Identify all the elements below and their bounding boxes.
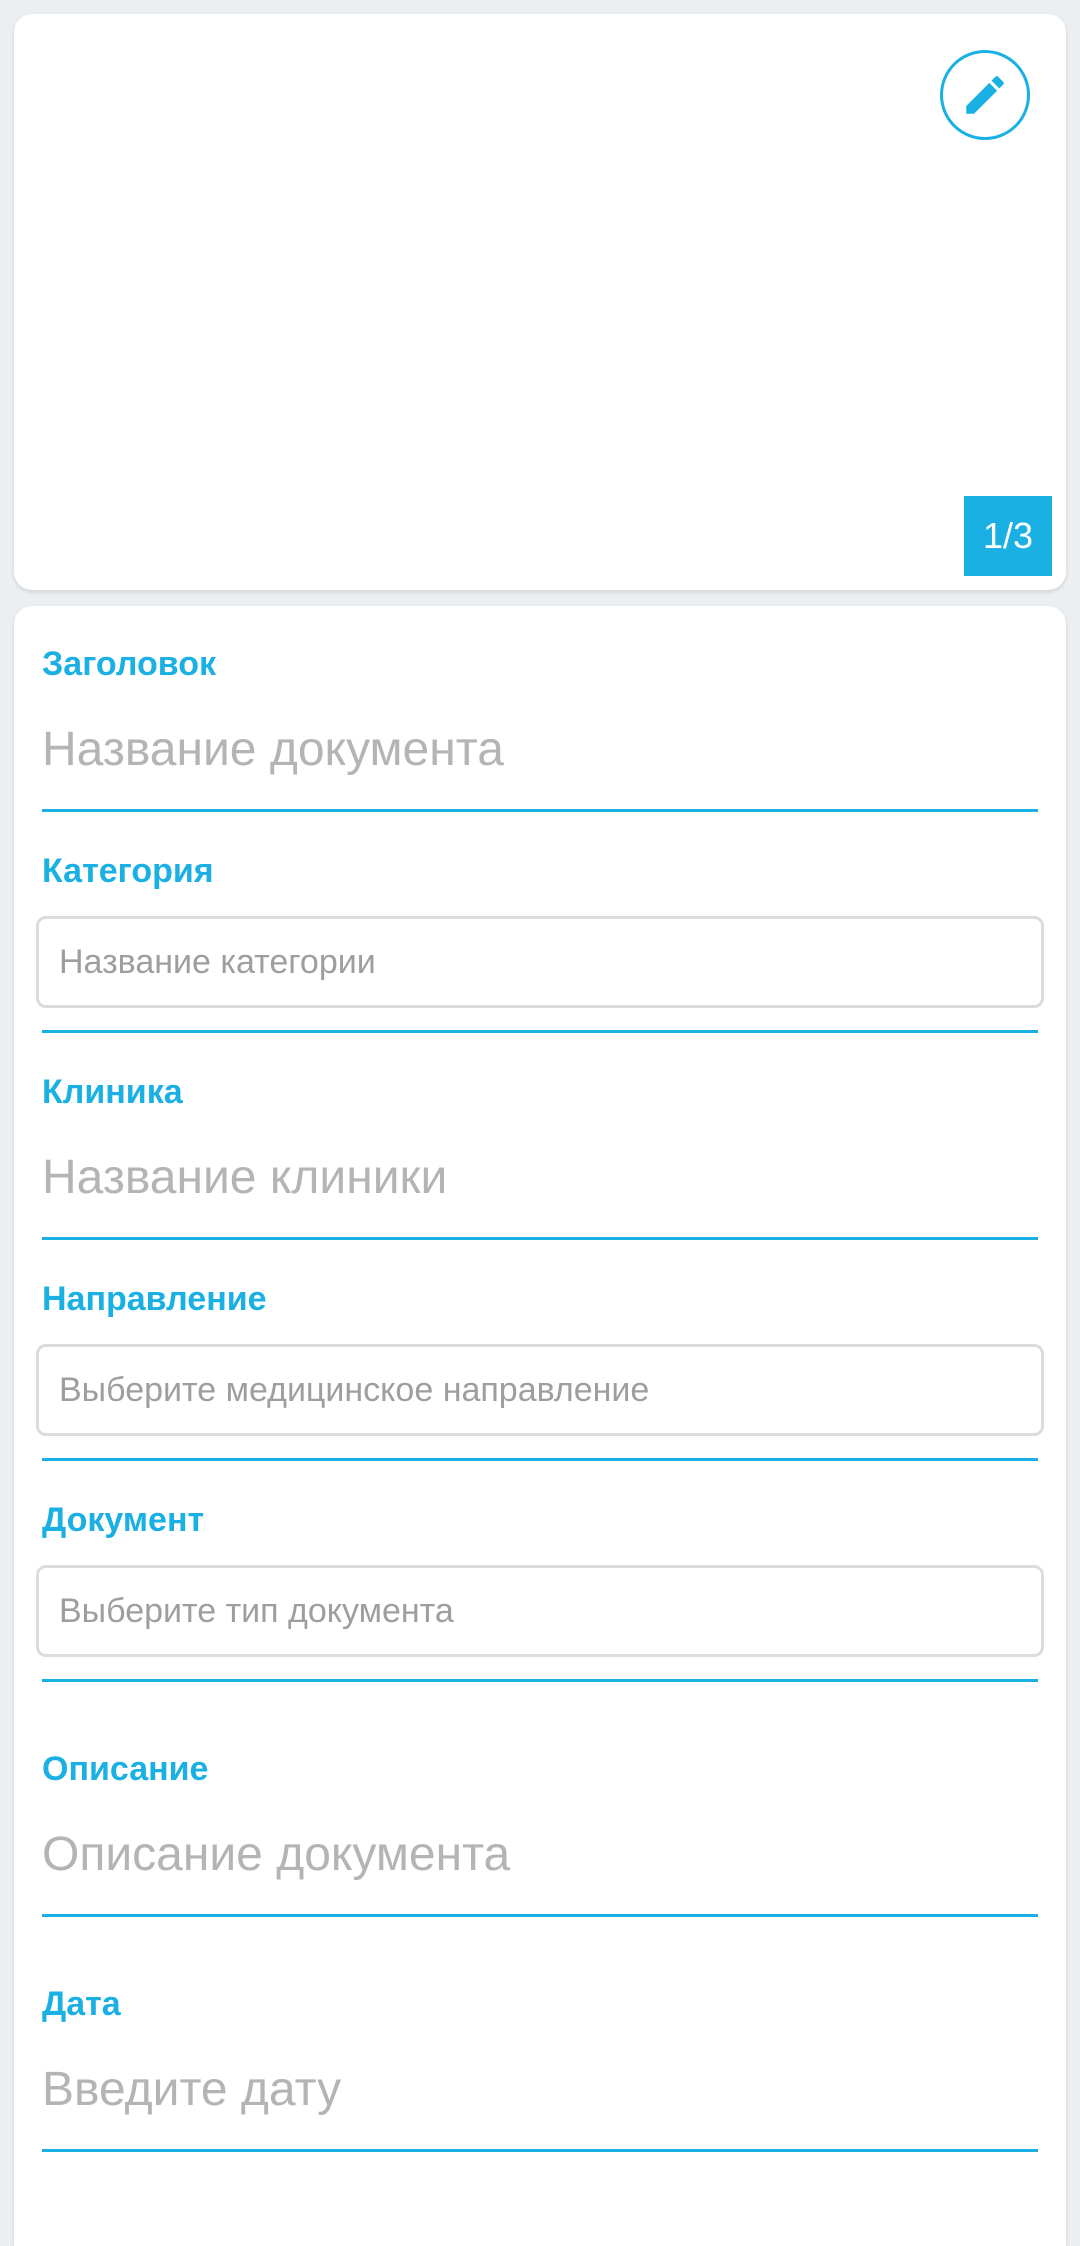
document-type-select[interactable]: Выберите тип документа	[36, 1565, 1044, 1657]
date-label: Дата	[42, 1985, 121, 2023]
title-label: Заголовок	[42, 645, 217, 683]
document-type-underline	[42, 1679, 1038, 1682]
description-label: Описание	[42, 1750, 209, 1788]
clinic-input[interactable]: Название клиники	[42, 1148, 1036, 1208]
description-underline	[42, 1914, 1038, 1917]
direction-select[interactable]: Выберите медицинское направление	[36, 1344, 1044, 1436]
document-form: Заголовок Название документа Категория Н…	[14, 606, 1066, 2246]
document-type-label: Документ	[42, 1501, 205, 1539]
clinic-underline	[42, 1237, 1038, 1240]
clinic-label: Клиника	[42, 1073, 183, 1111]
document-image-preview[interactable]: 1/3	[14, 14, 1066, 590]
direction-label: Направление	[42, 1280, 267, 1318]
description-input[interactable]: Описание документа	[42, 1825, 1036, 1885]
title-underline	[42, 809, 1038, 812]
title-input[interactable]: Название документа	[42, 720, 1036, 780]
category-underline	[42, 1030, 1038, 1033]
date-underline	[42, 2149, 1038, 2152]
pencil-icon	[966, 76, 1004, 114]
edit-image-button[interactable]	[940, 50, 1030, 140]
date-input[interactable]: Введите дату	[42, 2060, 1036, 2120]
category-select[interactable]: Название категории	[36, 916, 1044, 1008]
category-label: Категория	[42, 852, 214, 890]
page-counter: 1/3	[964, 496, 1052, 576]
direction-underline	[42, 1458, 1038, 1461]
